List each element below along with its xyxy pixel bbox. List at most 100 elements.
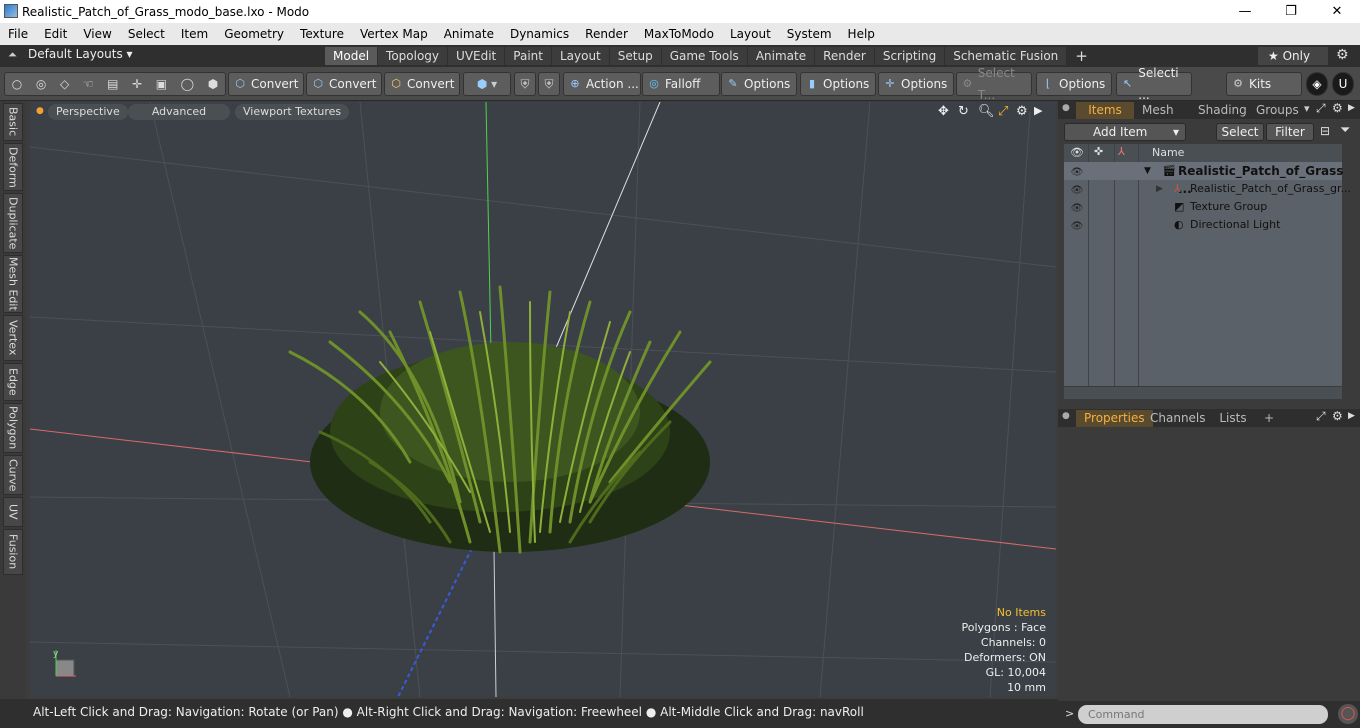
polygon-mode-icon[interactable]: ◇: [60, 77, 69, 91]
side-tab-vertex[interactable]: Vertex: [3, 315, 23, 361]
action-center-button[interactable]: ⊕ Action ...: [563, 72, 641, 96]
select-button[interactable]: Select: [1216, 123, 1264, 141]
snap-icon[interactable]: ⛨: [538, 72, 560, 96]
maximize-button[interactable]: ❐: [1268, 0, 1314, 23]
center-mode-icon[interactable]: ✛: [132, 77, 142, 91]
default-layouts-dropdown[interactable]: Default Layouts ▾: [28, 47, 133, 61]
falloff-button[interactable]: ◎ Falloff: [642, 72, 720, 96]
tab-animate[interactable]: Animate: [747, 47, 815, 65]
menu-dynamics[interactable]: Dynamics: [502, 23, 577, 45]
tab-groups[interactable]: Groups: [1248, 102, 1304, 119]
record-macro-icon[interactable]: ◯: [1338, 704, 1358, 724]
item-row-mesh[interactable]: 👁︎ ▶ ⅄ Realistic_Patch_of_Grass_gr...: [1064, 180, 1351, 198]
visibility-eye-icon[interactable]: 👁︎: [1070, 218, 1084, 232]
menu-view[interactable]: View: [75, 23, 119, 45]
close-button[interactable]: ✕: [1314, 0, 1360, 23]
mesh-dropdown[interactable]: ⬢ ▾: [463, 72, 511, 96]
item-row-directional-light[interactable]: 👁︎ ◐ Directional Light: [1064, 216, 1342, 234]
visibility-eye-icon[interactable]: 👁︎: [1070, 200, 1084, 214]
panel-dot-icon[interactable]: ●: [1062, 411, 1070, 421]
tabs-menu-arrow-icon[interactable]: ▾: [1304, 102, 1310, 115]
viewport-gear-icon[interactable]: ⚙: [1016, 104, 1028, 119]
select-through-button[interactable]: ⚙ Select T...: [956, 66, 1032, 102]
tab-items[interactable]: Items: [1076, 102, 1134, 119]
selection-sets-button[interactable]: ↖ Selecti ...: [1116, 66, 1192, 102]
tab-layout[interactable]: Layout: [551, 47, 609, 65]
collapse-arrow-icon[interactable]: ⏶: [8, 48, 17, 62]
pan-icon[interactable]: ✥: [938, 104, 949, 119]
convert-button-3[interactable]: ⬡ Convert: [384, 72, 460, 96]
tab-shading[interactable]: Shading: [1190, 102, 1252, 119]
menu-vertex-map[interactable]: Vertex Map: [352, 23, 436, 45]
side-tab-curve[interactable]: Curve: [3, 455, 23, 495]
options-button-2[interactable]: ▮ Options: [800, 72, 876, 96]
item-mode-icon[interactable]: ☜: [83, 77, 94, 91]
only-toggle[interactable]: ★ Only: [1258, 47, 1328, 65]
menu-render[interactable]: Render: [577, 23, 636, 45]
perspective-dropdown[interactable]: Perspective: [48, 104, 128, 120]
side-tab-uv[interactable]: UV: [3, 497, 23, 527]
collapse-icon[interactable]: ⊟: [1320, 124, 1330, 138]
item-row-texture-group[interactable]: 👁︎ ◩ Texture Group: [1064, 198, 1342, 216]
options-button-1[interactable]: ✎ Options: [721, 72, 797, 96]
item-row-scene[interactable]: 👁︎ ▼ 🎬︎ Realistic_Patch_of_Grass ...: [1064, 162, 1343, 196]
menu-select[interactable]: Select: [120, 23, 173, 45]
command-input[interactable]: Command: [1078, 705, 1328, 724]
side-tab-basic[interactable]: Basic: [3, 103, 23, 141]
vertex-mode-icon[interactable]: ○: [12, 77, 22, 91]
name-column-header[interactable]: Name: [1152, 146, 1184, 159]
convert-button-1[interactable]: ⬡ Convert: [228, 72, 304, 96]
cube-mode-icon[interactable]: ⬢: [208, 77, 218, 91]
options-button-3[interactable]: ✛ Options: [878, 72, 954, 96]
edge-mode-icon[interactable]: ◎: [36, 77, 46, 91]
element-mode-icon[interactable]: ◯: [181, 77, 194, 91]
panel-expand-icon[interactable]: ⤢: [1316, 101, 1326, 116]
filter-button[interactable]: Filter: [1266, 123, 1314, 141]
kits-button[interactable]: ⚙ Kits: [1226, 72, 1302, 96]
panel-gear-icon[interactable]: ⚙: [1332, 409, 1343, 423]
tab-uvedit[interactable]: UVEdit: [448, 47, 505, 65]
type-column-icon[interactable]: ⅄: [1118, 145, 1125, 158]
material-mode-icon[interactable]: ▤: [107, 77, 118, 91]
expand-arrow-icon[interactable]: ▶: [1156, 180, 1163, 198]
side-tab-polygon[interactable]: Polygon: [3, 403, 23, 453]
menu-item[interactable]: Item: [173, 23, 216, 45]
minimize-button[interactable]: —: [1222, 0, 1268, 23]
menu-animate[interactable]: Animate: [436, 23, 502, 45]
panel-dot-icon[interactable]: ●: [1062, 103, 1070, 113]
advanced-dropdown[interactable]: Advanced: [128, 104, 230, 120]
menu-maxtomodo[interactable]: MaxToModo: [636, 23, 722, 45]
funnel-icon[interactable]: ⏷: [1340, 123, 1350, 138]
menu-geometry[interactable]: Geometry: [216, 23, 292, 45]
side-tab-edge[interactable]: Edge: [3, 363, 23, 401]
maximize-viewport-icon[interactable]: ⤢: [998, 104, 1008, 119]
side-tab-duplicate[interactable]: Duplicate: [3, 193, 23, 253]
menu-file[interactable]: File: [0, 23, 36, 45]
convert-button-2[interactable]: ⬡ Convert: [306, 72, 382, 96]
add-tab-button[interactable]: +: [1256, 410, 1282, 427]
viewport-textures-dropdown[interactable]: Viewport Textures: [235, 104, 350, 120]
options-button-4[interactable]: ⌊ Options: [1036, 72, 1112, 96]
visibility-column-icon[interactable]: 👁︎: [1070, 146, 1084, 159]
visibility-eye-icon[interactable]: 👁︎: [1070, 164, 1084, 178]
tab-setup[interactable]: Setup: [609, 47, 661, 65]
tab-game-tools[interactable]: Game Tools: [661, 47, 747, 65]
unreal-icon[interactable]: U: [1332, 72, 1354, 96]
viewport-dot-icon[interactable]: ●: [36, 106, 44, 116]
viewport-menu-arrow-icon[interactable]: ▶: [1034, 104, 1042, 117]
panel-arrow-icon[interactable]: ▶: [1348, 103, 1355, 113]
pivot-mode-icon[interactable]: ▣: [156, 77, 167, 91]
tab-channels[interactable]: Channels: [1142, 410, 1214, 427]
expand-arrow-icon[interactable]: ▼: [1144, 162, 1151, 180]
side-tab-fusion[interactable]: Fusion: [3, 529, 23, 575]
menu-texture[interactable]: Texture: [292, 23, 352, 45]
tab-topology[interactable]: Topology: [378, 47, 448, 65]
tab-model[interactable]: Model: [325, 47, 378, 65]
3d-viewport[interactable]: y ● Perspective Advanced Viewport Textur…: [30, 102, 1056, 697]
add-tab-button[interactable]: +: [1067, 47, 1096, 65]
zoom-icon[interactable]: 🔍︎: [978, 104, 995, 119]
visibility-eye-icon[interactable]: 👁︎: [1070, 182, 1084, 196]
panel-gear-icon[interactable]: ⚙: [1332, 101, 1343, 115]
unity-icon[interactable]: ◈: [1306, 72, 1328, 96]
tab-lists[interactable]: Lists: [1208, 410, 1258, 427]
